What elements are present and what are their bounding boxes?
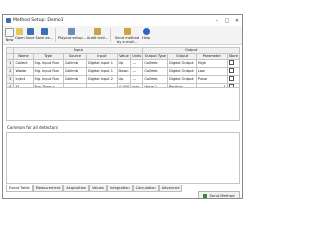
table-row[interactable]: 2 Waste Sig. Input Run Collimb Digital I… [5, 67, 241, 76]
table-row[interactable]: 1 Collect Sig. Input Run Collimb Digital… [5, 59, 241, 68]
app-icon [6, 18, 11, 23]
tab-acquisition[interactable]: Acquisition [63, 185, 90, 192]
toolbar-separator [54, 28, 56, 42]
audit-trail-icon [93, 28, 101, 35]
save-button[interactable]: Save [26, 26, 34, 40]
store-checkbox[interactable] [228, 68, 234, 73]
store-checkbox[interactable] [228, 60, 234, 65]
open-button[interactable]: Open [15, 26, 25, 40]
maximize-button[interactable]: □ [222, 18, 232, 24]
grid-empty-area [6, 87, 240, 121]
send-method-email-button[interactable]: Send method by e-mail... [113, 26, 141, 44]
common-detectors-panel [6, 132, 240, 184]
toolbar: New Open Save Save as... Playout setup..… [3, 26, 242, 45]
tab-measurement[interactable]: Measurement [32, 185, 64, 192]
send-icon [203, 193, 208, 198]
audit-trail-button[interactable]: Audit trail... [87, 26, 108, 40]
tab-integration[interactable]: Integration [106, 185, 133, 192]
new-icon [5, 28, 14, 37]
tab-advanced[interactable]: Advanced [158, 185, 183, 192]
tab-event-table[interactable]: Event Table [6, 185, 33, 192]
close-button[interactable]: ✕ [232, 18, 242, 24]
email-icon [123, 28, 131, 35]
tab-strip: Event Table Measurement Acquisition Valu… [6, 185, 183, 192]
tab-values[interactable]: Values [89, 185, 107, 192]
store-checkbox-cell[interactable] [226, 59, 241, 68]
toolbar-separator [110, 28, 112, 42]
store-checkbox-cell[interactable] [226, 67, 241, 76]
save-as-button[interactable]: Save as... [35, 26, 53, 40]
table-row[interactable]: 3 Inject Sig. Input Run Collimb Digital … [5, 75, 241, 84]
save-as-icon [40, 28, 48, 35]
send-method-button[interactable]: Send Method [198, 191, 240, 198]
store-checkbox-cell[interactable] [226, 75, 241, 84]
window-title: Method Setup: Demo1 [13, 18, 64, 23]
col-header-units[interactable]: Units [130, 53, 144, 60]
tab-calculation[interactable]: Calculation [132, 185, 159, 192]
title-bar: Method Setup: Demo1 – □ ✕ [3, 15, 242, 26]
store-checkbox[interactable] [228, 76, 234, 81]
help-button[interactable]: Help [142, 26, 150, 40]
folder-icon [16, 28, 24, 35]
playout-icon [68, 28, 76, 35]
col-header-output-type[interactable]: Output Type [142, 53, 169, 60]
playout-setup-button[interactable]: Playout setup... [58, 26, 86, 40]
minimize-button[interactable]: – [212, 18, 222, 24]
save-icon [26, 28, 34, 35]
help-icon [142, 28, 150, 35]
col-header-store[interactable]: Store [226, 53, 241, 60]
method-setup-window: Method Setup: Demo1 – □ ✕ New Open Save … [2, 14, 243, 199]
new-button[interactable]: New [5, 26, 14, 42]
common-detectors-label: Common for all detectors [7, 125, 58, 130]
